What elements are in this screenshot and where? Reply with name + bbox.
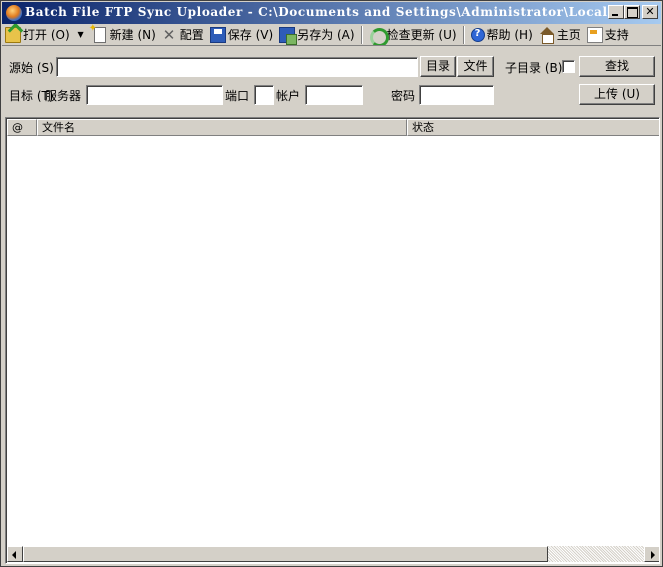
app-icon[interactable]	[6, 5, 22, 21]
open-button[interactable]: 打开 (O)	[2, 25, 73, 45]
window-controls: ✕	[608, 5, 658, 19]
dir-button[interactable]: 目录	[420, 56, 456, 77]
toolbar-separator	[360, 25, 363, 44]
minimize-button[interactable]	[608, 5, 624, 19]
tools-icon	[162, 26, 178, 44]
scroll-track[interactable]	[548, 546, 644, 562]
server-label: 服务器	[45, 89, 82, 103]
open-label: 打开 (O)	[23, 28, 70, 42]
password-label: 密码	[391, 89, 416, 103]
list-header: @ 文件名 状态	[7, 119, 659, 136]
maximize-button[interactable]	[624, 5, 640, 19]
minimize-icon	[609, 6, 623, 18]
upload-button[interactable]: 上传 (U)	[579, 84, 655, 105]
save-as-label: 另存为 (A)	[297, 28, 355, 42]
subdir-checkbox[interactable]	[562, 60, 575, 73]
app-window: Batch File FTP Sync Uploader - C:\Docume…	[0, 0, 663, 567]
home-button[interactable]: 主页	[536, 25, 584, 45]
open-dropdown-button[interactable]: ▼	[73, 25, 89, 45]
subdir-label: 子目录 (B)	[505, 61, 563, 75]
close-icon: ✕	[645, 5, 655, 18]
account-input[interactable]	[305, 85, 363, 105]
save-as-button[interactable]: 另存为 (A)	[276, 25, 357, 45]
scroll-right-button[interactable]	[644, 546, 659, 562]
arrow-left-icon	[12, 551, 16, 559]
support-button[interactable]: 支持	[584, 25, 632, 45]
config-label: 配置	[179, 28, 204, 42]
column-header-status[interactable]: 状态	[407, 119, 659, 136]
help-button[interactable]: 帮助 (H)	[468, 25, 536, 45]
maximize-icon	[625, 6, 639, 18]
file-list[interactable]: @ 文件名 状态	[5, 117, 660, 564]
save-button[interactable]: 保存 (V)	[207, 25, 276, 45]
account-label: 帐户	[276, 89, 301, 103]
open-folder-icon	[5, 26, 21, 43]
save-as-icon	[279, 26, 298, 45]
toolbar-separator	[462, 25, 465, 44]
config-button[interactable]: 配置	[159, 25, 207, 45]
chevron-down-icon: ▼	[77, 30, 84, 39]
column-header-filename[interactable]: 文件名	[37, 119, 407, 136]
help-icon	[470, 27, 485, 42]
file-button[interactable]: 文件	[457, 56, 494, 77]
new-file-icon	[89, 24, 106, 43]
support-label: 支持	[604, 28, 629, 42]
close-button[interactable]: ✕	[642, 5, 658, 19]
home-icon	[539, 26, 555, 44]
horizontal-scrollbar[interactable]	[7, 546, 659, 562]
window-title: Batch File FTP Sync Uploader - C:\Docume…	[25, 5, 651, 19]
save-label: 保存 (V)	[227, 28, 274, 42]
arrow-right-icon	[651, 551, 655, 559]
port-label: 端口	[225, 89, 250, 103]
new-label: 新建 (N)	[109, 28, 156, 42]
scroll-left-button[interactable]	[7, 546, 23, 562]
title-bar[interactable]: Batch File FTP Sync Uploader - C:\Docume…	[2, 2, 661, 24]
refresh-icon	[369, 27, 389, 45]
home-label: 主页	[556, 28, 581, 42]
password-input[interactable]	[419, 85, 494, 105]
source-label: 源始 (S)	[9, 61, 54, 75]
help-label: 帮助 (H)	[486, 28, 533, 42]
floppy-disk-icon	[209, 26, 226, 43]
find-button[interactable]: 查找	[579, 56, 655, 77]
new-button[interactable]: 新建 (N)	[89, 24, 159, 45]
port-input[interactable]	[254, 85, 274, 105]
check-update-button[interactable]: 检查更新 (U)	[366, 25, 460, 45]
check-update-label: 检查更新 (U)	[386, 28, 457, 42]
support-icon	[586, 26, 603, 43]
toolbar: 打开 (O) ▼ 新建 (N) 配置 保存 (V) 另存为 (A) 检查更新 (…	[2, 24, 661, 46]
server-input[interactable]	[86, 85, 223, 105]
scroll-thumb[interactable]	[23, 546, 548, 562]
source-input[interactable]	[56, 57, 418, 77]
column-header-at[interactable]: @	[7, 119, 37, 136]
